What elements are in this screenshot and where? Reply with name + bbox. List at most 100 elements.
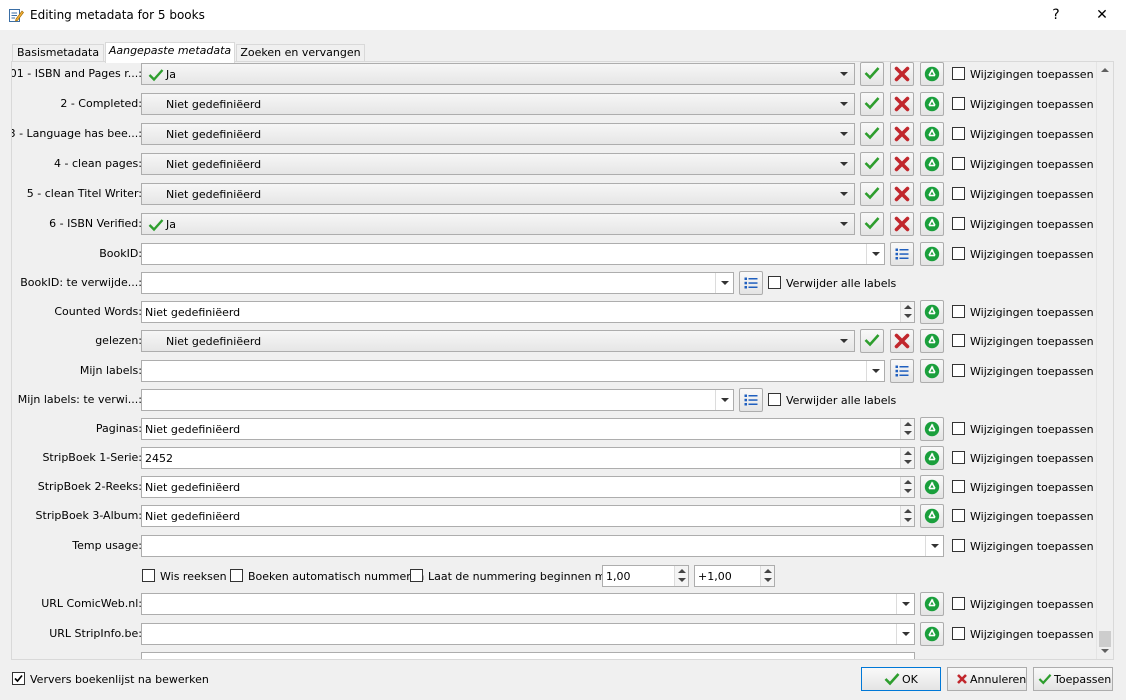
apply-changes-checkbox[interactable]: [952, 539, 965, 552]
clear-field-button[interactable]: [920, 242, 944, 266]
boolean-dropdown[interactable]: Niet gedefiniëerd: [141, 183, 855, 205]
number-spinbox[interactable]: Niet gedefiniëerd: [141, 301, 915, 323]
clear-field-button[interactable]: [920, 622, 944, 646]
scroll-thumb[interactable]: [1099, 631, 1111, 647]
tags-input[interactable]: [141, 360, 885, 382]
apply-changes-checkbox[interactable]: [952, 364, 965, 377]
apply-changes-checkbox[interactable]: [952, 97, 965, 110]
tab-custom-metadata[interactable]: Aangepaste metadata: [105, 42, 235, 63]
boolean-dropdown[interactable]: Ja: [141, 63, 855, 85]
increment-spinbox[interactable]: +1,00: [694, 565, 775, 587]
tags-remove-input[interactable]: [141, 272, 734, 294]
clear-field-button[interactable]: [920, 122, 944, 146]
set-yes-button[interactable]: [860, 152, 884, 176]
clear-field-button[interactable]: [920, 329, 944, 353]
start-value-spinbox[interactable]: 1,00: [602, 565, 689, 587]
apply-changes-checkbox[interactable]: [952, 305, 965, 318]
increment-spinner[interactable]: [760, 566, 774, 586]
auto-number-label: Boeken automatisch nummeren: [248, 570, 425, 583]
tag-editor-button[interactable]: [890, 359, 914, 383]
apply-changes-checkbox[interactable]: [952, 127, 965, 140]
set-no-button[interactable]: [890, 182, 914, 206]
number-spinbox[interactable]: 2452: [141, 447, 915, 469]
text-combo-input[interactable]: [141, 623, 915, 645]
spinner-arrows[interactable]: [900, 302, 914, 322]
remove-all-tags-checkbox[interactable]: [768, 276, 781, 289]
clear-field-button[interactable]: [920, 504, 944, 528]
boolean-dropdown[interactable]: Niet gedefiniëerd: [141, 330, 855, 352]
clear-field-button[interactable]: [920, 62, 944, 86]
remove-all-tags-checkbox[interactable]: [768, 393, 781, 406]
clear-field-button[interactable]: [920, 212, 944, 236]
apply-changes-checkbox[interactable]: [952, 480, 965, 493]
set-yes-button[interactable]: [860, 62, 884, 86]
ok-button[interactable]: OK: [861, 667, 941, 691]
spinner-arrows[interactable]: [900, 448, 914, 468]
spinner-arrows[interactable]: [900, 506, 914, 526]
apply-changes-checkbox[interactable]: [952, 217, 965, 230]
vertical-scrollbar[interactable]: [1096, 62, 1113, 659]
boolean-dropdown[interactable]: Niet gedefiniëerd: [141, 93, 855, 115]
chevron-down-icon: [872, 369, 880, 373]
number-spinbox[interactable]: Niet gedefiniëerd: [141, 505, 915, 527]
text-combo-input[interactable]: [141, 535, 944, 557]
spinner-arrows[interactable]: [900, 419, 914, 439]
auto-number-checkbox[interactable]: [230, 569, 243, 582]
apply-changes-checkbox[interactable]: [952, 67, 965, 80]
boolean-dropdown[interactable]: Niet gedefiniëerd: [141, 123, 855, 145]
clear-field-button[interactable]: [920, 592, 944, 616]
start-value-spinner[interactable]: [674, 566, 688, 586]
set-no-button[interactable]: [890, 62, 914, 86]
number-spinbox[interactable]: Niet gedefiniëerd: [141, 476, 915, 498]
clear-field-button[interactable]: [920, 300, 944, 324]
clear-field-button[interactable]: [920, 475, 944, 499]
clear-field-button[interactable]: [920, 182, 944, 206]
scroll-down-arrow-icon[interactable]: [1101, 649, 1109, 653]
set-no-button[interactable]: [890, 329, 914, 353]
close-button[interactable]: ✕: [1080, 0, 1124, 30]
refresh-book-list-checkbox[interactable]: [12, 672, 25, 685]
text-combo-input[interactable]: [141, 593, 915, 615]
number-spinbox[interactable]: Niet gedefiniëerd: [141, 418, 915, 440]
set-yes-button[interactable]: [860, 92, 884, 116]
scroll-up-arrow-icon[interactable]: [1101, 68, 1109, 72]
apply-changes-checkbox[interactable]: [952, 422, 965, 435]
start-numbering-checkbox[interactable]: [410, 569, 423, 582]
tags-remove-input[interactable]: [141, 389, 734, 411]
apply-changes-checkbox[interactable]: [952, 157, 965, 170]
tag-editor-button[interactable]: [890, 242, 914, 266]
clear-field-button[interactable]: [920, 92, 944, 116]
spinner-arrows[interactable]: [900, 477, 914, 497]
boolean-dropdown[interactable]: Ja: [141, 213, 855, 235]
set-no-button[interactable]: [890, 92, 914, 116]
tags-input[interactable]: [141, 243, 885, 265]
clear-field-button[interactable]: [920, 152, 944, 176]
tab-basic-metadata[interactable]: Basismetadata: [12, 44, 104, 62]
help-button[interactable]: ?: [1034, 0, 1078, 30]
set-no-button[interactable]: [890, 152, 914, 176]
apply-changes-checkbox[interactable]: [952, 597, 965, 610]
clear-field-button[interactable]: [920, 417, 944, 441]
tag-editor-button[interactable]: [739, 271, 763, 295]
set-no-button[interactable]: [890, 212, 914, 236]
apply-changes-checkbox[interactable]: [952, 627, 965, 640]
set-yes-button[interactable]: [860, 182, 884, 206]
set-yes-button[interactable]: [860, 212, 884, 236]
tag-editor-button[interactable]: [739, 388, 763, 412]
cancel-button[interactable]: Annuleren: [947, 667, 1027, 691]
boolean-dropdown[interactable]: Niet gedefiniëerd: [141, 153, 855, 175]
apply-changes-checkbox[interactable]: [952, 247, 965, 260]
apply-changes-checkbox[interactable]: [952, 187, 965, 200]
partial-row-field[interactable]: [141, 652, 915, 659]
apply-changes-checkbox[interactable]: [952, 334, 965, 347]
apply-changes-checkbox[interactable]: [952, 509, 965, 522]
set-yes-button[interactable]: [860, 122, 884, 146]
apply-changes-checkbox[interactable]: [952, 451, 965, 464]
set-no-button[interactable]: [890, 122, 914, 146]
apply-button[interactable]: Toepassen: [1033, 667, 1113, 691]
set-yes-button[interactable]: [860, 329, 884, 353]
clear-field-button[interactable]: [920, 359, 944, 383]
clear-series-checkbox[interactable]: [142, 569, 155, 582]
clear-field-button[interactable]: [920, 446, 944, 470]
tab-search-replace[interactable]: Zoeken en vervangen: [236, 44, 365, 62]
